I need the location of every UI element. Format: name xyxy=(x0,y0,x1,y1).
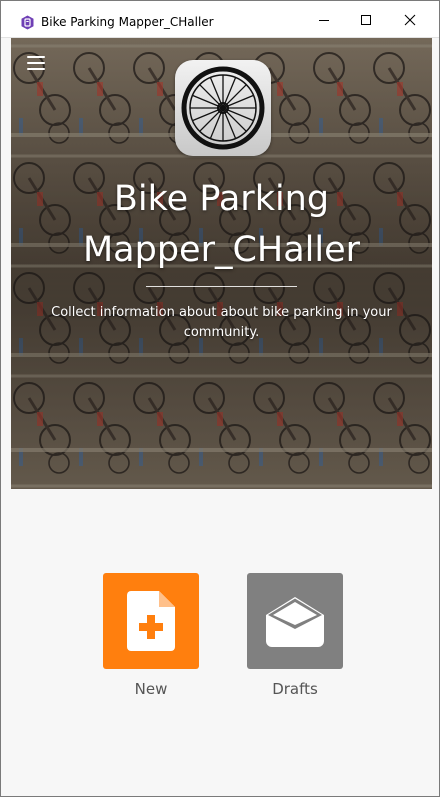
maximize-button[interactable] xyxy=(343,1,389,38)
new-label[interactable]: New xyxy=(103,680,199,698)
menu-icon[interactable] xyxy=(27,56,45,70)
new-document-icon xyxy=(127,591,175,651)
minimize-button[interactable] xyxy=(301,1,347,38)
window-title: Bike Parking Mapper_CHaller xyxy=(41,15,214,29)
app-icon xyxy=(21,15,34,30)
app-description: Collect information about about bike par… xyxy=(51,305,392,340)
new-button[interactable] xyxy=(103,573,199,669)
maximize-icon xyxy=(361,14,371,25)
title-bar: Bike Parking Mapper_CHaller xyxy=(1,1,439,38)
close-icon xyxy=(404,14,416,25)
app-window: Bike Parking Mapper_CHaller Bike Parking… xyxy=(0,0,440,797)
drafts-envelope-icon xyxy=(266,597,324,647)
app-title: Bike Parking Mapper_CHaller xyxy=(82,179,361,270)
title-divider xyxy=(146,286,297,287)
hero-section: Bike Parking Mapper_CHaller Collect info… xyxy=(11,38,432,489)
drafts-button[interactable] xyxy=(247,573,343,669)
app-logo xyxy=(175,60,271,156)
drafts-label[interactable]: Drafts xyxy=(247,680,343,698)
minimize-icon xyxy=(319,19,329,21)
bike-wheel-icon xyxy=(181,66,265,150)
close-button[interactable] xyxy=(387,1,433,38)
